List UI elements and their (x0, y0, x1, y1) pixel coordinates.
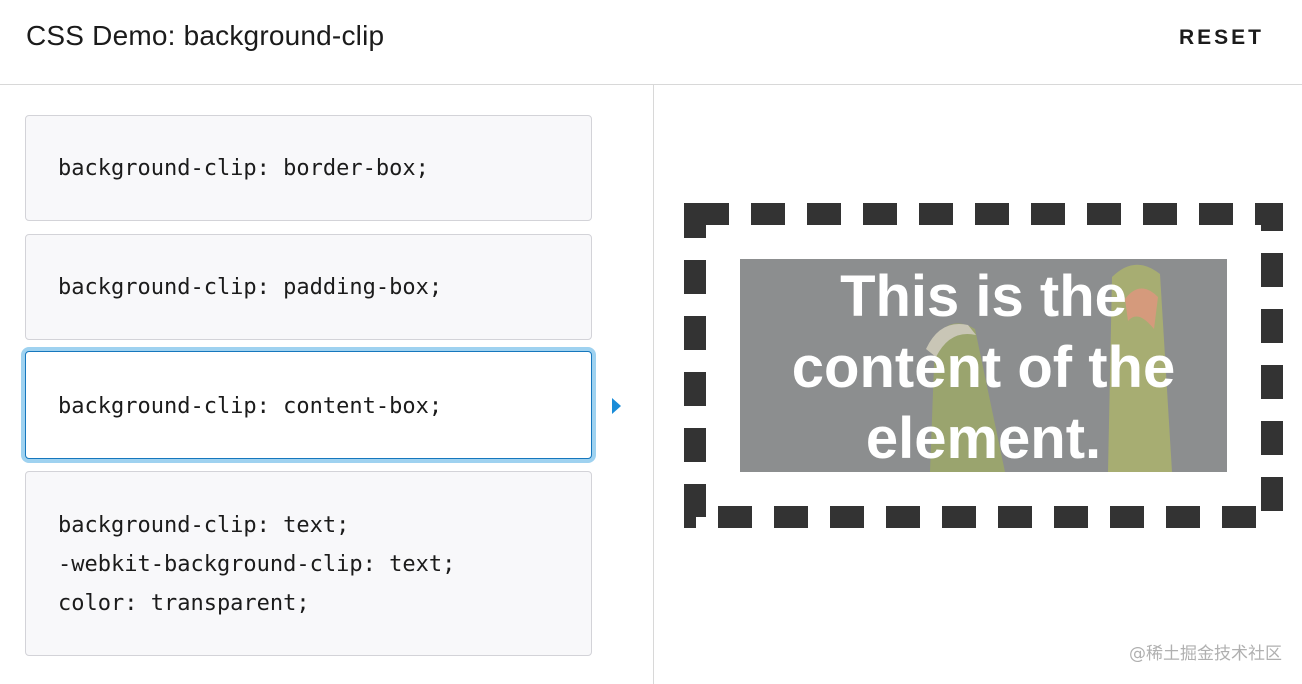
choice-border-box[interactable]: background-clip: border-box; (25, 115, 592, 221)
code-line[interactable]: background-clip: content-box; (58, 387, 591, 426)
pane-divider (653, 85, 654, 684)
reset-button[interactable]: RESET (1179, 26, 1264, 50)
page-title: CSS Demo: background-clip (26, 20, 385, 51)
choice-text[interactable]: background-clip: text; -webkit-backgroun… (25, 471, 592, 656)
code-line: background-clip: padding-box; (58, 275, 443, 300)
selected-arrow-icon (612, 398, 621, 414)
code-line: background-clip: border-box; (58, 156, 429, 181)
output-text: This is the content of the element. (791, 264, 1176, 471)
choice-content-box[interactable]: background-clip: content-box; (25, 351, 592, 459)
choice-padding-box[interactable]: background-clip: padding-box; (25, 234, 592, 340)
code-line: -webkit-background-clip: text; (58, 552, 456, 577)
header: CSS Demo: background-clip RESET (0, 0, 1302, 85)
watermark: @稀土掘金技术社区 (1129, 644, 1282, 664)
code-line: background-clip: text; (58, 513, 350, 538)
code-line: color: transparent; (58, 591, 310, 616)
